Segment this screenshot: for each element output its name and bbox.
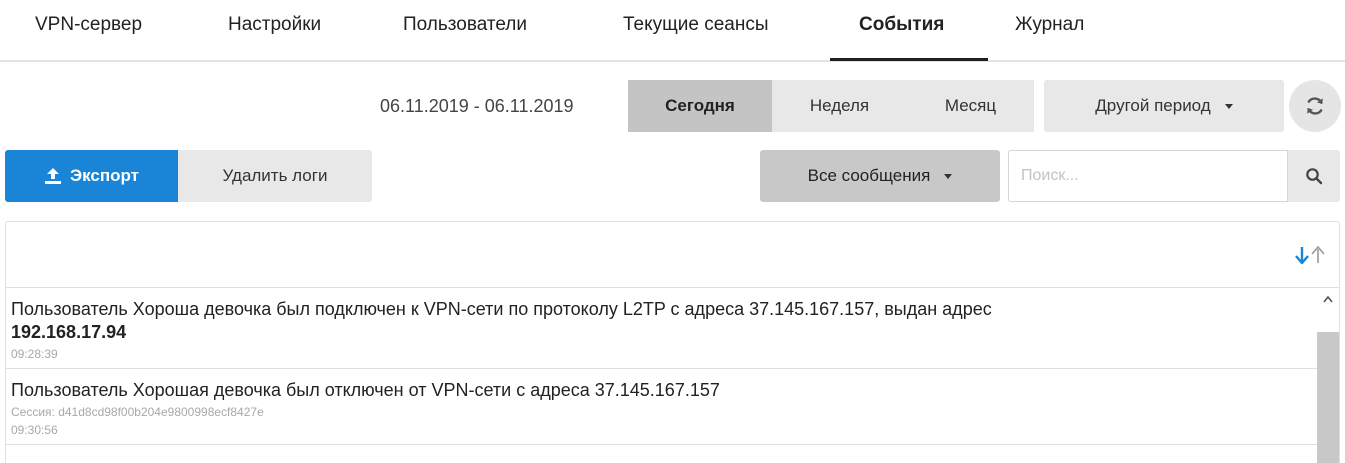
tab-journal[interactable]: Журнал	[1015, 14, 1084, 36]
refresh-button[interactable]	[1289, 80, 1341, 132]
period-other-dropdown[interactable]: Другой период	[1044, 80, 1284, 132]
tab-current-sessions[interactable]: Текущие сеансы	[623, 14, 769, 36]
tab-settings[interactable]: Настройки	[228, 14, 321, 36]
period-week-button[interactable]: Неделя	[772, 80, 907, 132]
export-button[interactable]: Экспорт	[5, 150, 178, 202]
event-message: Пользователь Хорошая девочка был отключе…	[11, 380, 720, 400]
period-month-button[interactable]: Месяц	[907, 80, 1034, 132]
event-list: Пользователь Хороша девочка был подключе…	[6, 288, 1317, 445]
event-entry: Пользователь Хороша девочка был подключе…	[6, 288, 1317, 369]
search-icon	[1306, 168, 1323, 185]
search-input[interactable]	[1008, 150, 1288, 202]
event-session-id: Сессия: d41d8cd98f00b204e9800998ecf8427e	[11, 405, 264, 419]
period-today-label: Сегодня	[665, 96, 735, 115]
arrow-down-icon[interactable]	[1295, 246, 1309, 269]
events-panel: Пользователь Хороша девочка был подключе…	[5, 221, 1340, 463]
event-entry: Пользователь Хорошая девочка был отключе…	[6, 369, 1317, 445]
scroll-up-arrow-icon[interactable]	[1317, 288, 1339, 310]
period-month-label: Месяц	[944, 96, 997, 115]
tab-vpn-server[interactable]: VPN-сервер	[35, 14, 142, 36]
period-week-label: Неделя	[809, 96, 870, 115]
tab-users[interactable]: Пользователи	[403, 14, 527, 36]
event-message: Пользователь Хороша девочка был подключе…	[11, 298, 1312, 344]
refresh-icon	[1307, 97, 1323, 115]
arrow-up-icon[interactable]	[1311, 245, 1325, 269]
caret-down-icon	[1224, 103, 1233, 109]
vertical-scrollbar[interactable]	[1317, 288, 1339, 463]
message-filter-label: Все сообщения	[807, 166, 931, 185]
caret-down-icon	[944, 173, 953, 179]
search-button[interactable]	[1288, 150, 1340, 202]
event-time: 09:30:56	[11, 423, 58, 437]
delete-logs-button[interactable]: Удалить логи	[178, 150, 372, 202]
scrollbar-thumb[interactable]	[1317, 332, 1339, 463]
message-filter-dropdown[interactable]: Все сообщения	[760, 150, 1000, 202]
period-other-label: Другой период	[1095, 96, 1211, 115]
event-time: 09:28:39	[11, 347, 58, 361]
period-today-button[interactable]: Сегодня	[628, 80, 772, 132]
event-assigned-address: 192.168.17.94	[11, 322, 127, 342]
upload-icon	[45, 168, 61, 184]
event-text: Пользователь Хороша девочка был подключе…	[11, 299, 992, 319]
delete-logs-label: Удалить логи	[222, 166, 328, 185]
sort-controls	[1295, 245, 1325, 269]
date-range-label: 06.11.2019 - 06.11.2019	[380, 96, 574, 116]
tab-events[interactable]: События	[859, 14, 944, 36]
export-label: Экспорт	[70, 166, 139, 185]
tab-bar: VPN-сервер Настройки Пользователи Текущи…	[0, 0, 1345, 62]
events-panel-header	[6, 222, 1339, 288]
active-tab-indicator	[830, 58, 988, 61]
